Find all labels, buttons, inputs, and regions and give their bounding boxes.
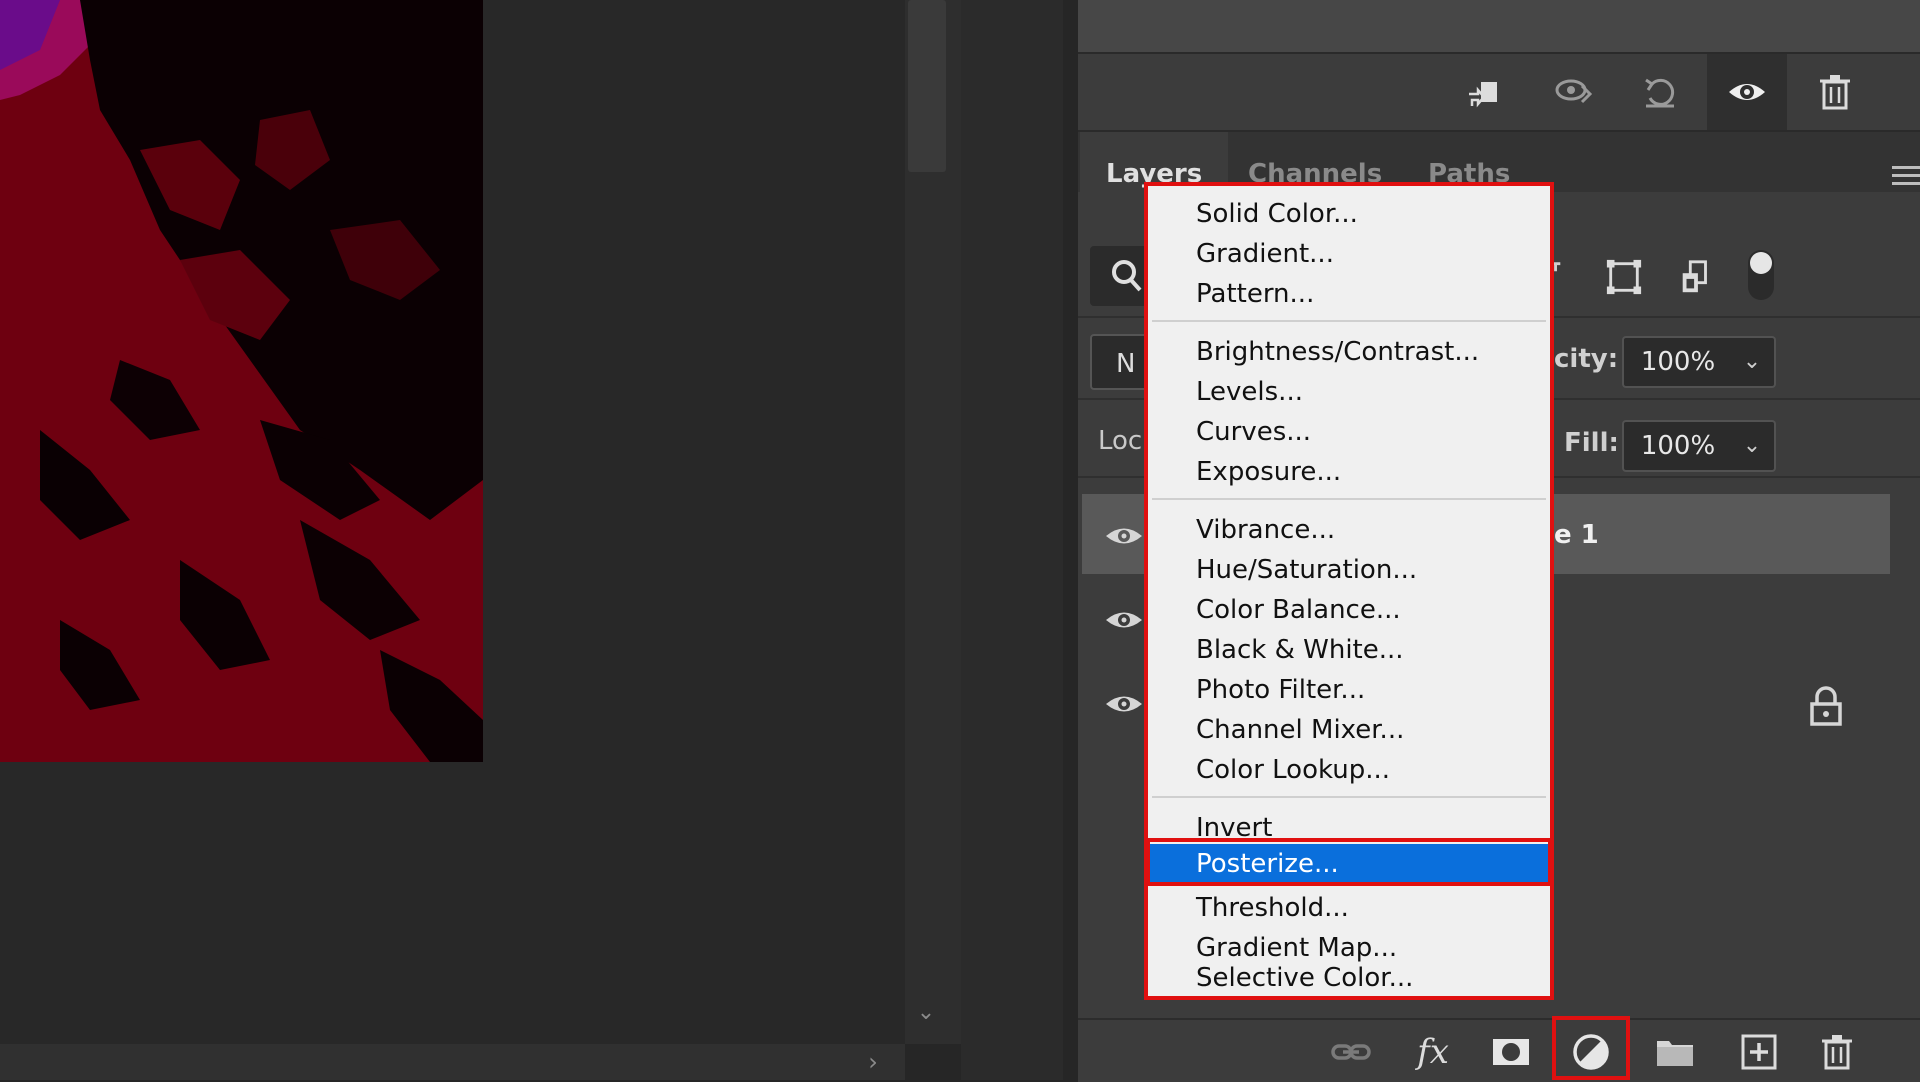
layer-visibility-eye-icon[interactable] — [1102, 684, 1146, 724]
search-icon — [1112, 260, 1142, 292]
menu-item-gradient[interactable]: Gradient... — [1148, 234, 1550, 274]
delete-icon[interactable] — [1805, 62, 1865, 122]
new-group-icon[interactable] — [1646, 1026, 1704, 1078]
menu-separator — [1152, 498, 1546, 500]
menu-item-hue-saturation[interactable]: Hue/Saturation... — [1148, 550, 1550, 590]
menu-item-levels[interactable]: Levels... — [1148, 372, 1550, 412]
scroll-down-icon[interactable]: ⌄ — [913, 1000, 939, 1026]
menu-item-threshold[interactable]: Threshold... — [1148, 888, 1550, 928]
menu-item-curves[interactable]: Curves... — [1148, 412, 1550, 452]
reset-icon[interactable] — [1630, 62, 1690, 122]
menu-separator — [1152, 320, 1546, 322]
panel-header — [1078, 0, 1920, 54]
scroll-thumb[interactable] — [908, 0, 946, 172]
menu-item-solid-color[interactable]: Solid Color... — [1148, 194, 1550, 234]
smart-object-filter-icon[interactable] — [1670, 248, 1722, 306]
menu-item-photo-filter[interactable]: Photo Filter... — [1148, 670, 1550, 710]
fill-dropdown-chevron-down-icon[interactable]: ⌄ — [1730, 420, 1776, 472]
menu-item-color-lookup[interactable]: Color Lookup... — [1148, 750, 1550, 790]
menu-item-brightness-contrast[interactable]: Brightness/Contrast... — [1148, 332, 1550, 372]
panel-gutter — [961, 0, 1075, 1080]
layer-filter-search[interactable] — [1090, 246, 1150, 306]
vertical-scrollbar[interactable]: ⌄ — [905, 0, 961, 1044]
filter-toggle-switch[interactable] — [1748, 250, 1774, 300]
add-mask-icon[interactable] — [1482, 1026, 1540, 1078]
new-layer-icon[interactable] — [1730, 1026, 1788, 1078]
menu-item-black-white[interactable]: Black & White... — [1148, 630, 1550, 670]
layer-visibility-eye-icon[interactable] — [1102, 516, 1146, 556]
shape-filter-icon[interactable] — [1598, 248, 1650, 306]
menu-item-selective-color[interactable]: Selective Color... — [1148, 958, 1550, 998]
delete-layer-icon[interactable] — [1808, 1026, 1866, 1078]
menu-item-exposure[interactable]: Exposure... — [1148, 452, 1550, 492]
clip-to-layer-icon[interactable] — [1454, 62, 1514, 122]
scroll-right-icon[interactable]: › — [860, 1048, 886, 1076]
menu-separator — [1152, 796, 1546, 798]
adjustment-button-highlight — [1552, 1016, 1630, 1080]
lock-label: Loc — [1098, 426, 1143, 456]
panel-divider — [1063, 0, 1075, 1080]
layer-lock-icon — [1806, 684, 1846, 728]
layer-visibility-eye-icon[interactable] — [1102, 600, 1146, 640]
opacity-label: city: — [1554, 344, 1619, 374]
menu-item-pattern[interactable]: Pattern... — [1148, 274, 1550, 314]
layer-name[interactable]: e 1 — [1554, 520, 1599, 550]
menu-item-invert[interactable]: Invert — [1148, 808, 1550, 848]
fx-icon[interactable]: fx — [1404, 1026, 1462, 1078]
view-previous-icon[interactable] — [1544, 62, 1604, 122]
fill-field[interactable]: 100% — [1622, 420, 1734, 472]
toggle-knob — [1750, 252, 1772, 274]
image-content — [0, 0, 483, 762]
opacity-field[interactable]: 100% — [1622, 336, 1734, 388]
panel-menu-icon[interactable] — [1892, 166, 1920, 190]
menu-item-posterize[interactable]: Posterize... — [1148, 844, 1550, 884]
menu-item-color-balance[interactable]: Color Balance... — [1148, 590, 1550, 630]
menu-item-vibrance[interactable]: Vibrance... — [1148, 510, 1550, 550]
link-layers-icon[interactable] — [1322, 1026, 1380, 1078]
horizontal-scrollbar[interactable]: › — [0, 1044, 905, 1080]
fill-label: Fill: — [1564, 428, 1619, 458]
opacity-dropdown-chevron-down-icon[interactable]: ⌄ — [1730, 336, 1776, 388]
posterized-image — [0, 0, 483, 762]
menu-item-channel-mixer[interactable]: Channel Mixer... — [1148, 710, 1550, 750]
adjustment-layer-menu: Solid Color... Gradient... Pattern... Br… — [1144, 182, 1554, 1000]
visibility-eye-icon[interactable] — [1717, 62, 1777, 122]
